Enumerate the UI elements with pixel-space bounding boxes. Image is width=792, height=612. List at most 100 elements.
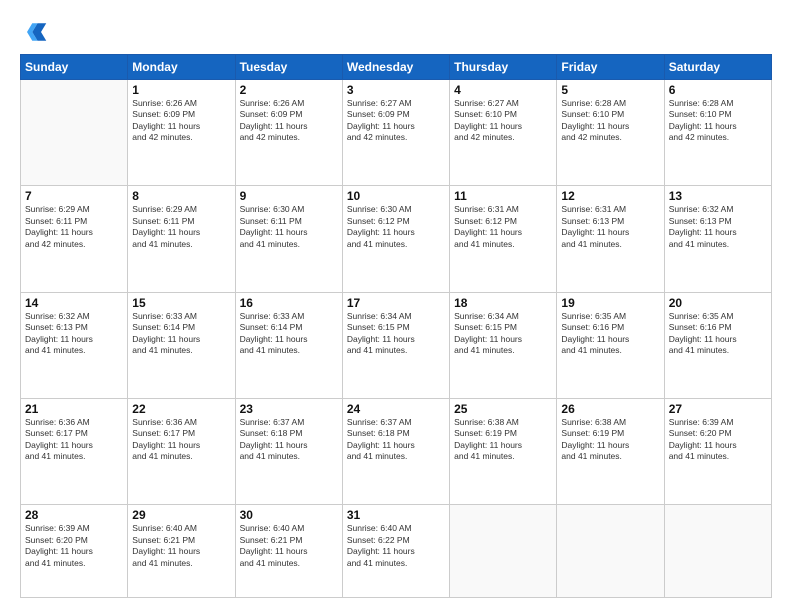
day-info: Sunrise: 6:32 AM Sunset: 6:13 PM Dayligh… [25,311,123,357]
calendar-day-cell: 16Sunrise: 6:33 AM Sunset: 6:14 PM Dayli… [235,292,342,398]
day-info: Sunrise: 6:36 AM Sunset: 6:17 PM Dayligh… [25,417,123,463]
day-info: Sunrise: 6:37 AM Sunset: 6:18 PM Dayligh… [347,417,445,463]
day-info: Sunrise: 6:35 AM Sunset: 6:16 PM Dayligh… [561,311,659,357]
day-info: Sunrise: 6:35 AM Sunset: 6:16 PM Dayligh… [669,311,767,357]
calendar-day-cell: 29Sunrise: 6:40 AM Sunset: 6:21 PM Dayli… [128,505,235,598]
day-number: 13 [669,189,767,203]
day-number: 21 [25,402,123,416]
calendar-header-cell: Thursday [450,55,557,80]
day-info: Sunrise: 6:38 AM Sunset: 6:19 PM Dayligh… [454,417,552,463]
calendar-day-cell: 4Sunrise: 6:27 AM Sunset: 6:10 PM Daylig… [450,80,557,186]
calendar-day-cell: 24Sunrise: 6:37 AM Sunset: 6:18 PM Dayli… [342,398,449,504]
day-number: 10 [347,189,445,203]
calendar-day-cell: 23Sunrise: 6:37 AM Sunset: 6:18 PM Dayli… [235,398,342,504]
logo [20,18,52,46]
day-info: Sunrise: 6:40 AM Sunset: 6:21 PM Dayligh… [132,523,230,569]
calendar-day-cell: 3Sunrise: 6:27 AM Sunset: 6:09 PM Daylig… [342,80,449,186]
day-info: Sunrise: 6:32 AM Sunset: 6:13 PM Dayligh… [669,204,767,250]
day-number: 31 [347,508,445,522]
calendar-table: SundayMondayTuesdayWednesdayThursdayFrid… [20,54,772,598]
day-number: 15 [132,296,230,310]
day-info: Sunrise: 6:27 AM Sunset: 6:09 PM Dayligh… [347,98,445,144]
calendar-header-cell: Sunday [21,55,128,80]
calendar-day-cell: 6Sunrise: 6:28 AM Sunset: 6:10 PM Daylig… [664,80,771,186]
calendar-week-row: 14Sunrise: 6:32 AM Sunset: 6:13 PM Dayli… [21,292,772,398]
calendar-week-row: 1Sunrise: 6:26 AM Sunset: 6:09 PM Daylig… [21,80,772,186]
day-number: 25 [454,402,552,416]
calendar-header-cell: Friday [557,55,664,80]
day-number: 29 [132,508,230,522]
day-info: Sunrise: 6:26 AM Sunset: 6:09 PM Dayligh… [240,98,338,144]
day-number: 5 [561,83,659,97]
calendar-day-cell: 11Sunrise: 6:31 AM Sunset: 6:12 PM Dayli… [450,186,557,292]
calendar-header-cell: Wednesday [342,55,449,80]
day-number: 1 [132,83,230,97]
calendar-day-cell: 25Sunrise: 6:38 AM Sunset: 6:19 PM Dayli… [450,398,557,504]
day-info: Sunrise: 6:30 AM Sunset: 6:11 PM Dayligh… [240,204,338,250]
day-info: Sunrise: 6:28 AM Sunset: 6:10 PM Dayligh… [669,98,767,144]
day-number: 19 [561,296,659,310]
calendar-day-cell: 12Sunrise: 6:31 AM Sunset: 6:13 PM Dayli… [557,186,664,292]
day-info: Sunrise: 6:28 AM Sunset: 6:10 PM Dayligh… [561,98,659,144]
calendar-day-cell [21,80,128,186]
page: SundayMondayTuesdayWednesdayThursdayFrid… [0,0,792,612]
day-number: 30 [240,508,338,522]
day-info: Sunrise: 6:40 AM Sunset: 6:21 PM Dayligh… [240,523,338,569]
day-info: Sunrise: 6:31 AM Sunset: 6:12 PM Dayligh… [454,204,552,250]
calendar-day-cell: 21Sunrise: 6:36 AM Sunset: 6:17 PM Dayli… [21,398,128,504]
calendar-day-cell: 27Sunrise: 6:39 AM Sunset: 6:20 PM Dayli… [664,398,771,504]
calendar-day-cell: 20Sunrise: 6:35 AM Sunset: 6:16 PM Dayli… [664,292,771,398]
day-info: Sunrise: 6:38 AM Sunset: 6:19 PM Dayligh… [561,417,659,463]
calendar-header-cell: Monday [128,55,235,80]
day-info: Sunrise: 6:33 AM Sunset: 6:14 PM Dayligh… [240,311,338,357]
day-number: 23 [240,402,338,416]
calendar-week-row: 7Sunrise: 6:29 AM Sunset: 6:11 PM Daylig… [21,186,772,292]
logo-icon [20,18,48,46]
day-info: Sunrise: 6:29 AM Sunset: 6:11 PM Dayligh… [25,204,123,250]
calendar-week-row: 21Sunrise: 6:36 AM Sunset: 6:17 PM Dayli… [21,398,772,504]
calendar-day-cell: 14Sunrise: 6:32 AM Sunset: 6:13 PM Dayli… [21,292,128,398]
day-number: 22 [132,402,230,416]
day-info: Sunrise: 6:34 AM Sunset: 6:15 PM Dayligh… [347,311,445,357]
header [20,18,772,46]
calendar-day-cell: 31Sunrise: 6:40 AM Sunset: 6:22 PM Dayli… [342,505,449,598]
calendar-day-cell: 22Sunrise: 6:36 AM Sunset: 6:17 PM Dayli… [128,398,235,504]
day-number: 17 [347,296,445,310]
calendar-day-cell: 2Sunrise: 6:26 AM Sunset: 6:09 PM Daylig… [235,80,342,186]
calendar-day-cell [450,505,557,598]
day-info: Sunrise: 6:39 AM Sunset: 6:20 PM Dayligh… [669,417,767,463]
day-number: 4 [454,83,552,97]
calendar-day-cell: 1Sunrise: 6:26 AM Sunset: 6:09 PM Daylig… [128,80,235,186]
day-number: 2 [240,83,338,97]
day-info: Sunrise: 6:37 AM Sunset: 6:18 PM Dayligh… [240,417,338,463]
calendar-day-cell: 5Sunrise: 6:28 AM Sunset: 6:10 PM Daylig… [557,80,664,186]
calendar-day-cell: 30Sunrise: 6:40 AM Sunset: 6:21 PM Dayli… [235,505,342,598]
day-number: 16 [240,296,338,310]
calendar-day-cell: 15Sunrise: 6:33 AM Sunset: 6:14 PM Dayli… [128,292,235,398]
calendar-day-cell: 18Sunrise: 6:34 AM Sunset: 6:15 PM Dayli… [450,292,557,398]
day-info: Sunrise: 6:29 AM Sunset: 6:11 PM Dayligh… [132,204,230,250]
day-number: 3 [347,83,445,97]
calendar-header-cell: Saturday [664,55,771,80]
day-number: 9 [240,189,338,203]
calendar-day-cell: 13Sunrise: 6:32 AM Sunset: 6:13 PM Dayli… [664,186,771,292]
day-number: 14 [25,296,123,310]
day-info: Sunrise: 6:39 AM Sunset: 6:20 PM Dayligh… [25,523,123,569]
calendar-day-cell [664,505,771,598]
calendar-day-cell: 7Sunrise: 6:29 AM Sunset: 6:11 PM Daylig… [21,186,128,292]
day-number: 7 [25,189,123,203]
calendar-day-cell: 26Sunrise: 6:38 AM Sunset: 6:19 PM Dayli… [557,398,664,504]
day-info: Sunrise: 6:36 AM Sunset: 6:17 PM Dayligh… [132,417,230,463]
calendar-week-row: 28Sunrise: 6:39 AM Sunset: 6:20 PM Dayli… [21,505,772,598]
calendar-day-cell: 17Sunrise: 6:34 AM Sunset: 6:15 PM Dayli… [342,292,449,398]
day-info: Sunrise: 6:33 AM Sunset: 6:14 PM Dayligh… [132,311,230,357]
calendar-day-cell: 19Sunrise: 6:35 AM Sunset: 6:16 PM Dayli… [557,292,664,398]
day-number: 11 [454,189,552,203]
calendar-day-cell: 8Sunrise: 6:29 AM Sunset: 6:11 PM Daylig… [128,186,235,292]
calendar-header-cell: Tuesday [235,55,342,80]
calendar-day-cell: 28Sunrise: 6:39 AM Sunset: 6:20 PM Dayli… [21,505,128,598]
calendar-day-cell: 9Sunrise: 6:30 AM Sunset: 6:11 PM Daylig… [235,186,342,292]
calendar-day-cell [557,505,664,598]
day-number: 18 [454,296,552,310]
day-info: Sunrise: 6:26 AM Sunset: 6:09 PM Dayligh… [132,98,230,144]
